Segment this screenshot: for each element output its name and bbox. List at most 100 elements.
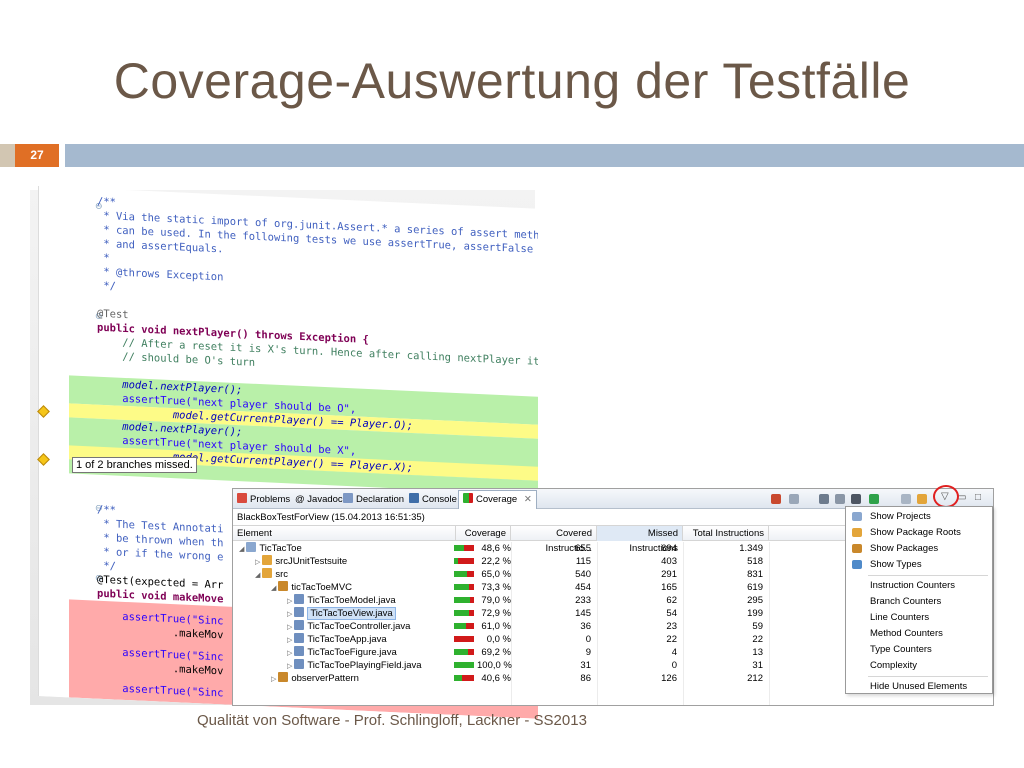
coverage-cell: 65,0 % bbox=[481, 569, 511, 580]
menu-item-show-package-roots[interactable]: Show Package Roots bbox=[847, 525, 992, 540]
menu-item-show-types[interactable]: Show Types bbox=[847, 557, 992, 572]
expand-toggle-icon[interactable]: ▷ bbox=[287, 650, 294, 657]
coverage-icon bbox=[463, 493, 473, 503]
expand-toggle-icon[interactable]: ▷ bbox=[287, 637, 294, 644]
menu-item-hide-unused-elements[interactable]: Hide Unused Elements bbox=[847, 679, 992, 694]
expand-toggle-icon[interactable]: ◢ bbox=[239, 546, 246, 553]
table-row[interactable]: ▷ TicTacToePlayingField.java 100,0 % 31 0 31 bbox=[233, 659, 845, 672]
relaunch-icon[interactable] bbox=[771, 494, 781, 504]
element-cell: ◢ src bbox=[255, 568, 288, 581]
expand-toggle-icon[interactable]: ▷ bbox=[287, 624, 294, 631]
table-row[interactable]: ▷ TicTacToeApp.java 0,0 % 0 22 22 bbox=[233, 633, 845, 646]
covered-bar-segment bbox=[454, 584, 469, 590]
coverage-bar bbox=[454, 571, 474, 577]
missed-cell: 126 bbox=[661, 673, 677, 684]
maximize-icon[interactable]: □ bbox=[975, 492, 981, 503]
column-missed[interactable]: Missed Instructions bbox=[597, 526, 683, 554]
menu-item-type-counters[interactable]: Type Counters bbox=[847, 642, 992, 657]
element-name: ticTacToeMVC bbox=[291, 582, 353, 593]
table-row[interactable]: ▷ TicTacToeFigure.java 69,2 % 9 4 13 bbox=[233, 646, 845, 659]
table-row[interactable]: ▷ TicTacToeView.java 72,9 % 145 54 199 bbox=[233, 607, 845, 620]
table-row[interactable]: ◢ src 65,0 % 540 291 831 bbox=[233, 568, 845, 581]
table-row[interactable]: ▷ observerPattern 40,6 % 86 126 212 bbox=[233, 672, 845, 685]
expand-toggle-icon[interactable]: ▷ bbox=[255, 559, 262, 566]
tab-declaration[interactable]: Declaration bbox=[343, 492, 404, 507]
column-total[interactable]: Total Instructions bbox=[683, 526, 769, 541]
coverage-bar bbox=[454, 623, 474, 629]
package-root-icon bbox=[852, 528, 862, 537]
total-cell: 31 bbox=[752, 660, 763, 671]
tab-coverage[interactable]: Coverage ✕ bbox=[458, 490, 537, 509]
menu-item-line-counters[interactable]: Line Counters bbox=[847, 610, 992, 625]
coverage-bar bbox=[454, 636, 474, 642]
element-name: TicTacToeController.java bbox=[307, 621, 411, 632]
missed-cell: 403 bbox=[661, 556, 677, 567]
element-type-icon bbox=[278, 581, 289, 591]
missed-bar-segment bbox=[466, 623, 474, 629]
covered-bar-segment bbox=[454, 649, 468, 655]
missed-cell: 4 bbox=[671, 647, 677, 658]
highlight-circle bbox=[933, 485, 959, 508]
merge-sessions-icon[interactable] bbox=[789, 494, 799, 504]
menu-item-method-counters[interactable]: Method Counters bbox=[847, 626, 992, 641]
coverage-bar bbox=[454, 584, 474, 590]
remove-all-icon[interactable] bbox=[835, 494, 845, 504]
element-name: TicTacToeModel.java bbox=[307, 595, 396, 606]
menu-item-complexity[interactable]: Complexity bbox=[847, 658, 992, 673]
column-coverage[interactable]: Coverage bbox=[456, 526, 511, 541]
element-type-icon bbox=[294, 633, 305, 643]
coverage-cell: 22,2 % bbox=[481, 556, 511, 567]
covered-cell: 36 bbox=[580, 621, 591, 632]
link-icon[interactable] bbox=[917, 494, 927, 504]
table-row[interactable]: ▷ TicTacToeController.java 61,0 % 36 23 59 bbox=[233, 620, 845, 633]
session-label: BlackBoxTestForView (15.04.2013 16:51:35… bbox=[237, 512, 425, 523]
column-covered[interactable]: Covered Instructio... bbox=[511, 526, 597, 554]
covered-cell: 115 bbox=[575, 556, 591, 567]
close-icon[interactable]: ✕ bbox=[524, 494, 532, 505]
covered-cell: 9 bbox=[585, 647, 591, 658]
missed-cell: 22 bbox=[666, 634, 677, 645]
coverage-bar bbox=[454, 545, 474, 551]
expand-toggle-icon[interactable]: ▷ bbox=[287, 663, 294, 670]
collapse-all-icon[interactable] bbox=[901, 494, 911, 504]
code-line: /** bbox=[97, 503, 116, 517]
expand-toggle-icon[interactable]: ◢ bbox=[255, 572, 262, 579]
expand-toggle-icon[interactable]: ▷ bbox=[287, 598, 294, 605]
view-dropdown-menu: Show Projects Show Package Roots Show Pa… bbox=[845, 506, 993, 694]
table-row[interactable]: ▷ srcJUnitTestsuite 22,2 % 115 403 518 bbox=[233, 555, 845, 568]
slide-title: Coverage-Auswertung der Testfälle bbox=[113, 53, 911, 109]
element-type-icon bbox=[294, 646, 305, 656]
menu-item-show-packages[interactable]: Show Packages bbox=[847, 541, 992, 556]
covered-cell: 0 bbox=[585, 634, 591, 645]
types-icon bbox=[852, 560, 862, 569]
element-name: src bbox=[275, 569, 288, 580]
expand-toggle-icon[interactable]: ▷ bbox=[287, 611, 294, 618]
menu-item-branch-counters[interactable]: Branch Counters bbox=[847, 594, 992, 609]
table-row[interactable]: ▷ TicTacToeModel.java 79,0 % 233 62 295 bbox=[233, 594, 845, 607]
dump-icon[interactable] bbox=[851, 494, 861, 504]
branch-tooltip: 1 of 2 branches missed. bbox=[72, 457, 197, 473]
coverage-bar bbox=[454, 610, 474, 616]
expand-toggle-icon[interactable]: ▷ bbox=[271, 676, 278, 683]
title-rule-left bbox=[0, 144, 15, 167]
table-header: Element Coverage Covered Instructio... M… bbox=[233, 525, 845, 554]
remove-session-icon[interactable] bbox=[819, 494, 829, 504]
coverage-bar bbox=[454, 662, 474, 668]
slide-number: 27 bbox=[15, 144, 59, 167]
column-element[interactable]: Element bbox=[233, 526, 456, 541]
missed-bar-segment bbox=[463, 545, 474, 551]
coverage-cell: 73,3 % bbox=[481, 582, 511, 593]
total-cell: 295 bbox=[747, 595, 763, 606]
element-name: TicTacToeFigure.java bbox=[307, 647, 397, 658]
table-row[interactable]: ◢ TicTacToe 48,6 % 655 694 1.349 bbox=[233, 542, 845, 555]
sessions-icon[interactable] bbox=[869, 494, 879, 504]
element-cell: ◢ TicTacToe bbox=[239, 542, 302, 555]
menu-item-show-projects[interactable]: Show Projects bbox=[847, 509, 992, 524]
tab-javadoc[interactable]: @ Javadoc bbox=[295, 492, 343, 507]
menu-item-instruction-counters[interactable]: Instruction Counters bbox=[847, 578, 992, 593]
tab-problems[interactable]: Problems bbox=[237, 492, 290, 507]
tab-console[interactable]: Console bbox=[409, 492, 457, 507]
project-icon bbox=[852, 512, 862, 521]
table-row[interactable]: ◢ ticTacToeMVC 73,3 % 454 165 619 bbox=[233, 581, 845, 594]
expand-toggle-icon[interactable]: ◢ bbox=[271, 585, 278, 592]
